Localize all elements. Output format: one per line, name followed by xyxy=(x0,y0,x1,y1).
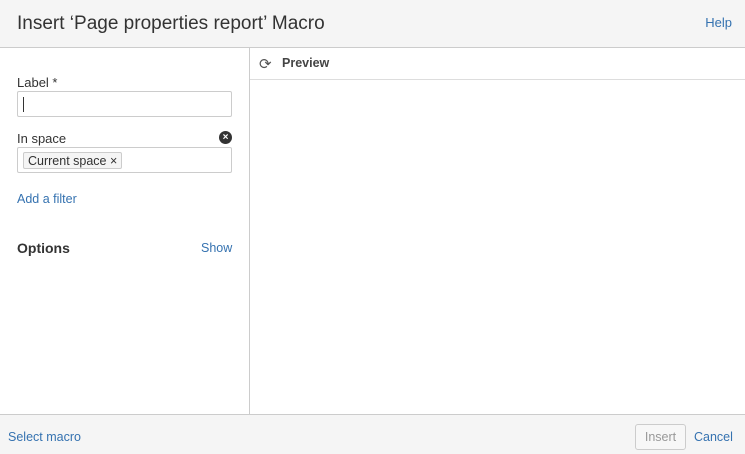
label-input[interactable] xyxy=(17,91,232,117)
insert-button[interactable]: Insert xyxy=(635,424,686,450)
options-heading: Options xyxy=(17,240,70,256)
macro-parameters-panel: Label * In space × Current space × Add a… xyxy=(0,48,250,414)
preview-header: ⟳ Preview xyxy=(250,48,745,80)
clear-space-icon[interactable]: × xyxy=(219,131,232,144)
refresh-icon[interactable]: ⟳ xyxy=(259,55,272,73)
space-input[interactable]: Current space × xyxy=(17,147,232,173)
space-field-label: In space xyxy=(17,131,67,146)
add-filter-link[interactable]: Add a filter xyxy=(17,192,77,206)
select-macro-link[interactable]: Select macro xyxy=(8,430,81,444)
preview-title: Preview xyxy=(282,56,330,70)
dialog-header: Insert ‘Page properties report’ Macro He… xyxy=(0,0,745,48)
space-chip-label: Current space xyxy=(28,154,107,168)
chip-remove-icon[interactable]: × xyxy=(110,154,117,168)
show-options-link[interactable]: Show xyxy=(201,241,232,255)
dialog-footer: Select macro Insert Cancel xyxy=(0,414,745,454)
help-link[interactable]: Help xyxy=(705,15,732,30)
cancel-link[interactable]: Cancel xyxy=(694,430,733,444)
label-field-label: Label * xyxy=(17,75,58,90)
space-chip: Current space × xyxy=(23,152,123,169)
dialog-title: Insert ‘Page properties report’ Macro xyxy=(17,13,325,34)
text-caret xyxy=(23,97,24,112)
